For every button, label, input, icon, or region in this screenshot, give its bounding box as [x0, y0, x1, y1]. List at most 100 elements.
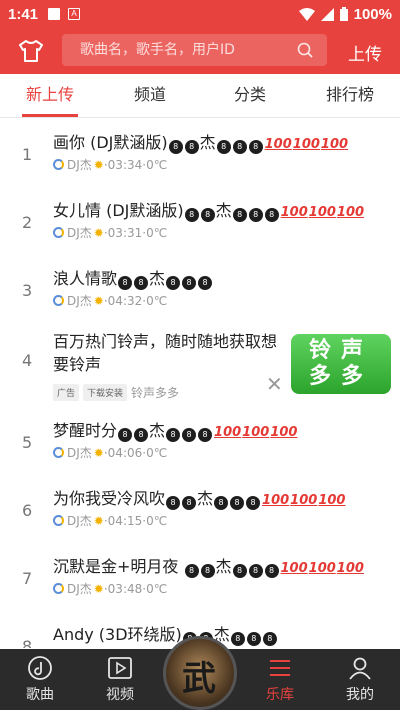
- song-title[interactable]: 女儿情 (DJ默涵版) 8 8 杰 8 8 8 100100100: [53, 197, 364, 222]
- notification-a-icon: A: [68, 8, 81, 20]
- eight-ball-icon: 8: [182, 276, 197, 290]
- dj-avatar-icon: [53, 295, 64, 306]
- song-index: 5: [22, 433, 33, 452]
- song-row[interactable]: 7 沉默是金+明月夜 8 8 杰 8 8 8 100100100 DJ杰 ✹ · 03:48 · …: [0, 542, 400, 610]
- title-char: 杰: [215, 557, 232, 576]
- eight-ball-icon: 8: [200, 564, 215, 578]
- nav-video[interactable]: 视频: [80, 649, 160, 710]
- tab-ranking[interactable]: 排行榜: [300, 74, 400, 117]
- song-heat: 0℃: [146, 513, 168, 528]
- title-char: 杰: [199, 133, 216, 152]
- eight-ball-icon: 8: [198, 276, 213, 290]
- nav-library[interactable]: 乐库: [240, 649, 320, 710]
- tshirt-icon[interactable]: [19, 40, 43, 62]
- install-tag[interactable]: 下载安装: [83, 384, 128, 401]
- logo-line2: 多多: [308, 364, 373, 389]
- tab-bar: 新上传 频道 分类 排行榜: [0, 74, 400, 118]
- battery-percent: 100%: [353, 5, 392, 23]
- song-duration: 03:31: [107, 225, 143, 240]
- ad-tag: 广告: [53, 384, 80, 401]
- ringtone-app-logo[interactable]: 铃声 多多: [291, 334, 391, 394]
- eight-ball-icon: 8: [264, 208, 279, 222]
- tab-new-upload[interactable]: 新上传: [0, 74, 100, 117]
- song-meta: DJ杰 ✹ · 04:32 · 0℃: [53, 292, 167, 309]
- song-index: 6: [22, 501, 33, 520]
- hundred-points-icon: 100: [290, 493, 318, 508]
- upload-button[interactable]: 上传: [348, 40, 382, 65]
- sun-badge-icon: ✹: [93, 225, 104, 240]
- hundred-points-icon: 100: [320, 137, 349, 152]
- song-row[interactable]: 3 浪人情歌 8 8 杰 8 8 8 DJ杰 ✹ · 04:32 · 0℃: [0, 254, 400, 322]
- song-title[interactable]: Andy (3D环绕版)88杰888: [53, 621, 278, 646]
- status-bar: 1:41 A 100%: [0, 0, 400, 28]
- eight-ball-icon: 8: [248, 140, 263, 154]
- ad-banner[interactable]: 4 百万热门铃声，随时随地获取想要铃声 广告 下载安装 铃声多多 ✕ 铃声 多多: [0, 324, 400, 404]
- song-title-text: 沉默是金+明月夜: [53, 557, 184, 576]
- song-title-text: 梦醒时分: [53, 421, 118, 440]
- close-icon[interactable]: ✕: [266, 372, 283, 396]
- eight-ball-icon: 8: [184, 140, 199, 154]
- search-icon[interactable]: [297, 42, 313, 58]
- dj-avatar-icon: [53, 447, 64, 458]
- hundred-points-icon: 100: [336, 205, 365, 220]
- title-char: 杰: [149, 269, 166, 288]
- eight-ball-icon: 8: [248, 208, 263, 222]
- song-title[interactable]: 画你 (DJ默涵版) 8 8 杰 8 8 8 100100100: [53, 129, 348, 154]
- nav-video-label: 视频: [106, 687, 134, 703]
- ad-title[interactable]: 百万热门铃声，随时随地获取想要铃声: [53, 330, 288, 376]
- eight-ball-icon: 8: [264, 564, 279, 578]
- eight-ball-icon: 8: [262, 632, 277, 646]
- eight-ball-icon: 8: [216, 140, 231, 154]
- eight-ball-icon: 8: [200, 208, 215, 222]
- ad-index: 4: [22, 351, 33, 370]
- hundred-points-icon: 100: [318, 493, 346, 508]
- logo-line1: 铃声: [308, 338, 373, 363]
- song-heat: 0℃: [146, 445, 168, 460]
- title-char: 杰: [149, 421, 166, 440]
- tab-channel[interactable]: 频道: [100, 74, 200, 117]
- song-index: 8: [22, 637, 33, 648]
- song-row[interactable]: 6 为你我受冷风吹 8 8 杰 8 8 8 100100100 DJ杰 ✹ · 04:15 · 0℃: [0, 474, 400, 542]
- song-heat: 0℃: [146, 293, 168, 308]
- nav-library-label: 乐库: [266, 687, 294, 703]
- song-artist: DJ杰: [67, 158, 92, 172]
- eight-ball-icon: 8: [232, 208, 247, 222]
- song-index: 2: [22, 213, 33, 232]
- battery-icon: [339, 7, 348, 21]
- song-row[interactable]: 2 女儿情 (DJ默涵版) 8 8 杰 8 8 8 100100100 DJ杰 ✹ · 03:31 …: [0, 186, 400, 254]
- now-playing-disc[interactable]: 武: [163, 636, 237, 710]
- hundred-points-icon: 100: [336, 561, 364, 576]
- nav-mine-label: 我的: [346, 687, 374, 703]
- nav-songs-label: 歌曲: [26, 687, 54, 703]
- song-duration: 04:32: [107, 293, 143, 308]
- nav-mine[interactable]: 我的: [320, 649, 400, 710]
- hundred-points-icon: 100: [214, 425, 242, 440]
- sun-badge-icon: ✹: [93, 581, 104, 596]
- song-artist: DJ杰: [67, 446, 92, 460]
- song-title[interactable]: 为你我受冷风吹 8 8 杰 8 8 8 100100100: [53, 485, 345, 510]
- sun-badge-icon: ✹: [93, 157, 104, 172]
- ad-brand: 铃声多多: [131, 386, 180, 400]
- song-row[interactable]: 5 梦醒时分 8 8 杰 8 8 8 100100100 DJ杰 ✹ · 04:06 · 0℃: [0, 406, 400, 474]
- eight-ball-icon: 8: [246, 496, 261, 510]
- notification-icon: [48, 8, 61, 20]
- title-char: 杰: [197, 489, 214, 508]
- song-meta: DJ杰 ✹ · 03:31 · 0℃: [53, 224, 167, 241]
- disc-artwork-char: 武: [182, 659, 216, 699]
- song-row[interactable]: 1 画你 (DJ默涵版) 8 8 杰 8 8 8 100100100 DJ杰 ✹ · 03:34 ·…: [0, 118, 400, 186]
- sun-badge-icon: ✹: [93, 293, 104, 308]
- nav-songs[interactable]: 歌曲: [0, 649, 80, 710]
- sun-badge-icon: ✹: [93, 445, 104, 460]
- song-title-text: 为你我受冷风吹: [53, 489, 166, 508]
- tab-category[interactable]: 分类: [200, 74, 300, 117]
- search-input[interactable]: 歌曲名，歌手名，用户ID: [62, 34, 327, 66]
- wifi-icon: [298, 7, 315, 21]
- hundred-points-icon: 100: [308, 205, 336, 220]
- music-disc-icon: [28, 656, 52, 680]
- song-title[interactable]: 沉默是金+明月夜 8 8 杰 8 8 8 100100100: [53, 553, 364, 578]
- song-title[interactable]: 梦醒时分 8 8 杰 8 8 8 100100100: [53, 417, 297, 442]
- library-menu-icon: [270, 660, 290, 676]
- dj-avatar-icon: [53, 583, 64, 594]
- hundred-points-icon: 100: [270, 425, 298, 440]
- song-title[interactable]: 浪人情歌 8 8 杰 8 8 8: [53, 265, 213, 290]
